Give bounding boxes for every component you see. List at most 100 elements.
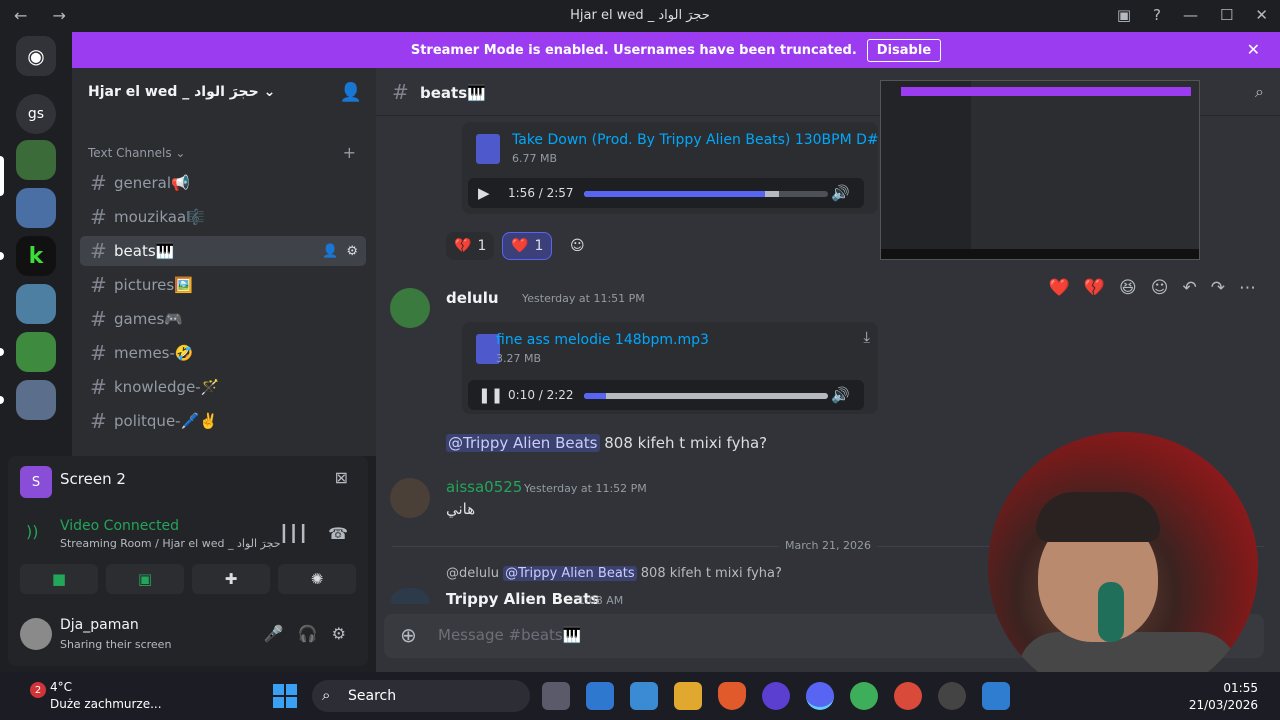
reply-icon[interactable]: ↶ [1183, 278, 1197, 298]
chrome-profile-icon[interactable] [894, 682, 922, 710]
channel-general[interactable]: # general📢 [80, 168, 366, 198]
message-text: هاني [446, 500, 476, 518]
photoshop-icon[interactable] [982, 682, 1010, 710]
disable-button[interactable]: Disable [866, 38, 942, 62]
channel-politque[interactable]: # politque-🖊️✌️ [80, 406, 366, 436]
channel-knowledge[interactable]: # knowledge-🪄 [80, 372, 366, 402]
chrome-icon[interactable] [850, 682, 878, 710]
file-explorer-icon[interactable] [674, 682, 702, 710]
activities-button[interactable]: ✚ [192, 564, 270, 594]
pause-icon[interactable]: ❚❚ [478, 386, 503, 404]
server-icon-5[interactable] [16, 332, 56, 372]
inbox-icon[interactable]: ▣ [1117, 6, 1131, 24]
reaction-2[interactable]: ❤️ 1 [502, 232, 553, 260]
reaction-1[interactable]: 💔 1 [446, 232, 495, 260]
close-window-icon[interactable]: ✕ [1255, 6, 1268, 24]
help-icon[interactable]: ? [1153, 6, 1161, 24]
seek-bar[interactable] [584, 393, 828, 399]
gear-icon[interactable]: ⚙ [346, 244, 358, 259]
settings-gear-icon[interactable]: ⚙ [332, 624, 346, 643]
reply-preview[interactable]: @delulu @Trippy Alien Beats 808 kifeh t … [446, 566, 782, 581]
channel-pictures[interactable]: # pictures🖼️ [80, 270, 366, 300]
volume-icon[interactable]: 🔊 [831, 184, 850, 202]
message-author[interactable]: Trippy Alien Beats [446, 590, 599, 608]
preview-banner [901, 87, 1191, 96]
seek-bar[interactable] [584, 191, 828, 197]
add-channel-icon[interactable]: + [343, 143, 356, 162]
add-reaction-icon[interactable]: ☺ [1151, 278, 1169, 298]
microphone-icon[interactable]: 🎤 [264, 624, 284, 643]
user-mention[interactable]: @Trippy Alien Beats [503, 566, 637, 581]
avatar[interactable] [390, 288, 430, 328]
user-panel: Dja_paman Sharing their screen 🎤 🎧 ⚙ [20, 612, 356, 658]
channel-beats[interactable]: # beats🎹 👤 ⚙ [80, 236, 366, 266]
widgets-icon[interactable] [586, 682, 614, 710]
file-name[interactable]: fine ass melodie 148bpm.mp3 [496, 332, 866, 348]
channel-label: general📢 [114, 174, 190, 192]
maximize-icon[interactable]: ☐ [1220, 6, 1233, 24]
play-icon[interactable]: ▶ [478, 184, 490, 202]
voice-status[interactable]: Video Connected [60, 518, 179, 534]
store-icon[interactable] [630, 682, 658, 710]
download-icon[interactable]: ⤓ [863, 328, 870, 346]
start-icon[interactable] [273, 684, 297, 708]
forward-icon[interactable]: ↷ [1211, 278, 1225, 298]
server-gs[interactable]: gs [16, 94, 56, 134]
channel-mouzikaa[interactable]: # mouzikaa🎼 [80, 202, 366, 232]
message-author[interactable]: aissa0525 [446, 478, 522, 496]
server-icon-2[interactable] [16, 188, 56, 228]
avatar[interactable] [390, 478, 430, 518]
brave-icon[interactable] [718, 682, 746, 710]
attach-icon[interactable]: ⊕ [400, 623, 417, 647]
search-icon[interactable]: ⌕ [1255, 82, 1264, 102]
stream-preview-thumbnail[interactable] [880, 80, 1200, 260]
volume-icon[interactable]: 🔊 [831, 386, 850, 404]
heart-icon[interactable]: ❤️ [1049, 278, 1070, 298]
server-icon-6[interactable] [16, 380, 56, 420]
disconnect-icon[interactable]: ☎ [328, 524, 348, 543]
avatar[interactable] [390, 588, 430, 604]
screenshare-button[interactable]: ▣ [106, 564, 184, 594]
obs-icon[interactable] [938, 682, 966, 710]
server-icon-4[interactable] [16, 284, 56, 324]
hash-icon: # [392, 80, 409, 104]
add-reaction-icon[interactable]: ☺ [562, 232, 593, 260]
channel-label: knowledge-🪄 [114, 378, 220, 396]
message-author[interactable]: delulu [446, 289, 499, 307]
hash-icon: # [90, 273, 107, 297]
avatar[interactable] [20, 618, 52, 650]
laugh-icon[interactable]: 😆 [1119, 278, 1137, 298]
system-clock[interactable]: 01:55 21/03/2026 [1189, 680, 1258, 714]
more-icon[interactable]: ⋯ [1239, 278, 1256, 298]
invite-icon[interactable]: 👤 [322, 244, 338, 259]
task-view-icon[interactable] [542, 682, 570, 710]
message-timestamp: Yesterday at 11:51 PM [522, 292, 645, 305]
taskbar-search[interactable]: ⌕ Search [312, 680, 530, 712]
camera-button[interactable]: ■ [20, 564, 98, 594]
user-mention[interactable]: @Trippy Alien Beats [446, 434, 600, 452]
signal-icon[interactable]: )) [26, 522, 38, 541]
file-name[interactable]: Take Down (Prod. By Trippy Alien Beats) … [512, 132, 882, 148]
broken-heart-icon[interactable]: 💔 [1084, 278, 1105, 298]
soundboard-button[interactable]: ✺ [278, 564, 356, 594]
category-text-channels[interactable]: Text Channels ⌄ [88, 146, 185, 160]
hash-icon: # [90, 239, 107, 263]
user-name[interactable]: Dja_paman [60, 617, 139, 633]
close-stream-icon[interactable]: ⊠ [335, 468, 348, 487]
server-name-label: Hjar el wed _ حجرَ الواد [88, 84, 259, 100]
server-name[interactable]: Hjar el wed _ حجرَ الواد ⌄ [88, 84, 275, 100]
channel-label: games🎮 [114, 310, 184, 328]
invite-icon[interactable]: 👤 [340, 82, 362, 103]
channel-memes[interactable]: # memes-🤣 [80, 338, 366, 368]
discord-home-icon[interactable]: ◉ [16, 36, 56, 76]
server-icon-3[interactable]: k [16, 236, 56, 276]
server-icon-1[interactable] [16, 140, 56, 180]
headphones-icon[interactable]: 🎧 [298, 624, 318, 643]
discord-icon[interactable] [806, 682, 834, 710]
noise-suppression-icon[interactable]: ┃┃┃ [279, 524, 308, 543]
channel-games[interactable]: # games🎮 [80, 304, 366, 334]
minimize-icon[interactable]: — [1183, 6, 1198, 24]
app-icon[interactable] [762, 682, 790, 710]
player-time: 1:56 / 2:57 [508, 186, 574, 200]
close-icon[interactable]: ✕ [1247, 40, 1260, 59]
